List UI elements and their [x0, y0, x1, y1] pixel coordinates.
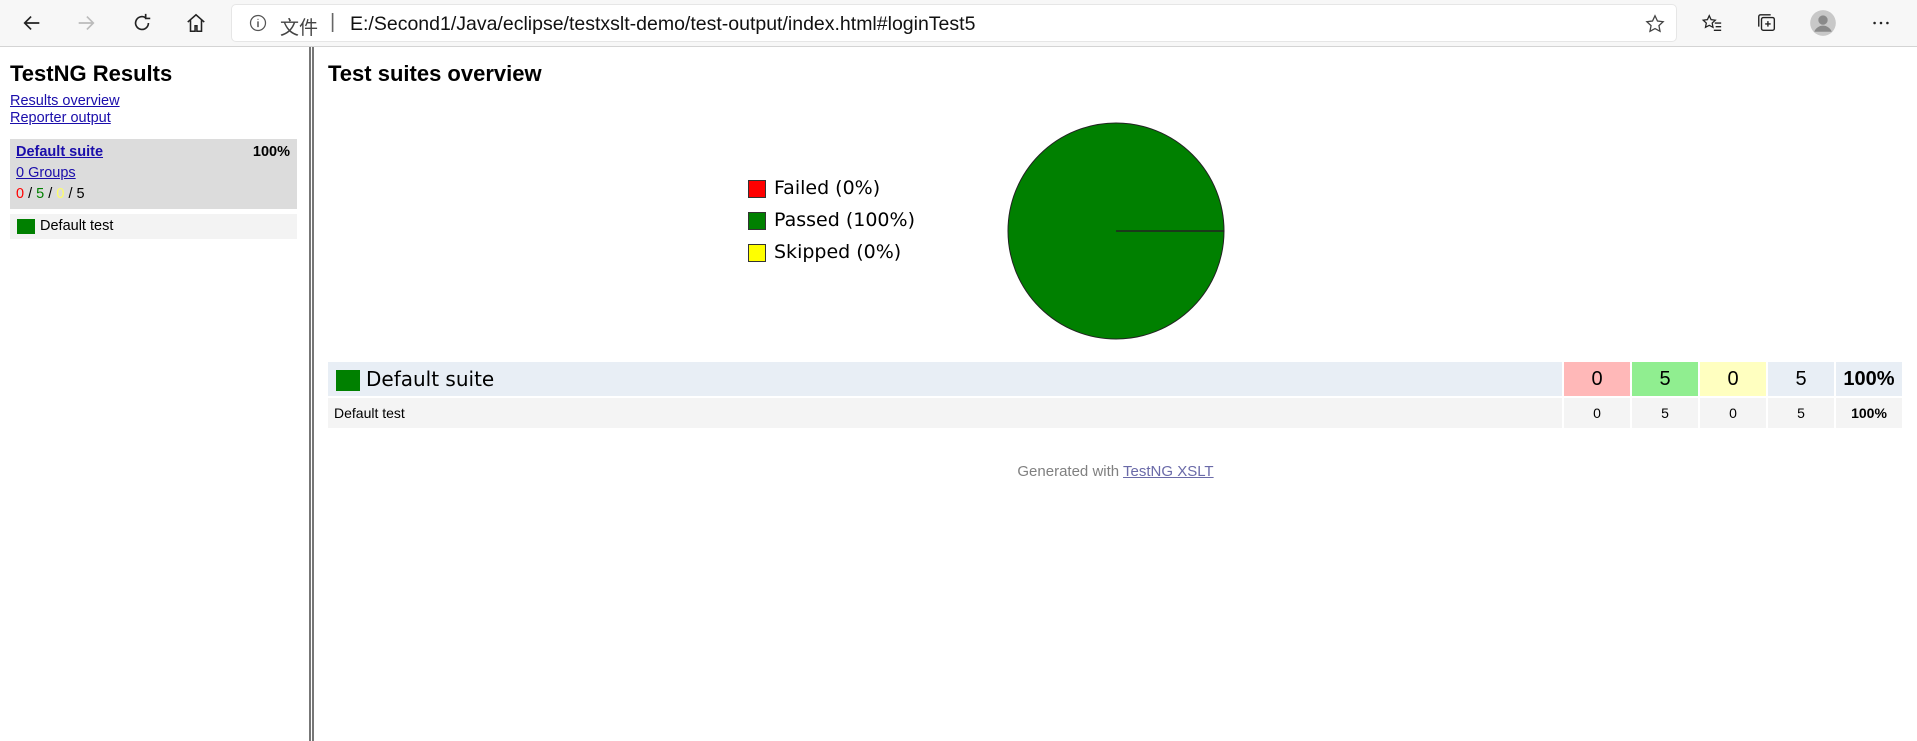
results-navigator: TestNG Results Results overview Reporter… [0, 47, 314, 741]
refresh-icon [134, 13, 151, 31]
suite-summary-row[interactable]: Default suite 0 5 0 5 100% [328, 362, 1904, 396]
profile-icon [1810, 10, 1836, 36]
test-percent-cell: 100% [1836, 396, 1904, 428]
suite-name-cell: Default suite [328, 362, 1564, 396]
info-icon[interactable] [248, 13, 268, 33]
suite-skipped-cell: 0 [1700, 362, 1768, 396]
test-failed-cell: 0 [1564, 396, 1632, 428]
home-icon [187, 13, 205, 33]
total-count: 5 [76, 186, 85, 202]
back-icon [23, 15, 40, 31]
home-button[interactable] [178, 6, 214, 40]
reporter-output-link[interactable]: Reporter output [10, 110, 111, 126]
results-overview-link[interactable]: Results overview [10, 93, 120, 109]
url-text[interactable]: E:/Second1/Java/eclipse/testxslt-demo/te… [350, 13, 975, 36]
forward-icon [78, 15, 95, 31]
legend-swatch-skipped [748, 244, 766, 262]
footer-prefix: Generated with [1017, 463, 1124, 480]
back-button[interactable] [14, 6, 50, 40]
collections-icon [1758, 14, 1776, 32]
more-icon [1873, 21, 1889, 25]
test-list-item[interactable]: Default test [10, 214, 297, 239]
suite-failed-cell: 0 [1564, 362, 1632, 396]
footer: Generated with TestNG XSLT [314, 463, 1917, 480]
nav-title: TestNG Results [10, 61, 173, 86]
favorites-icon [1701, 14, 1722, 32]
count-separator: / [64, 186, 77, 202]
scheme-label: 文件 [280, 17, 319, 39]
suite-name-link[interactable]: Default suite [16, 144, 103, 160]
forward-button[interactable] [68, 6, 104, 40]
count-separator: / [44, 186, 57, 202]
count-separator: / [24, 186, 37, 202]
legend-label-passed: Passed (100%) [774, 209, 915, 231]
test-name: Default test [40, 218, 114, 234]
suite-name: Default suite [366, 367, 495, 391]
suite-passed-cell: 5 [1632, 362, 1700, 396]
more-button[interactable] [1863, 6, 1899, 40]
suite-percent: 100% [252, 144, 290, 160]
legend-label-failed: Failed (0%) [774, 177, 881, 199]
test-passed-cell: 5 [1632, 396, 1700, 428]
favorites-button[interactable] [1694, 6, 1730, 40]
test-status-swatch [17, 219, 35, 234]
suite-total-cell: 5 [1768, 362, 1836, 396]
suite-percent-cell: 100% [1836, 362, 1904, 396]
groups-link[interactable]: 0 Groups [16, 165, 76, 181]
test-total-cell: 5 [1768, 396, 1836, 428]
results-pie-chart [1007, 122, 1225, 340]
test-skipped-cell: 0 [1700, 396, 1768, 428]
testng-xslt-link[interactable]: TestNG XSLT [1123, 463, 1214, 480]
address-separator: | [330, 11, 336, 33]
address-bar[interactable]: 文件 | E:/Second1/Java/eclipse/testxslt-de… [232, 5, 1676, 41]
refresh-button[interactable] [124, 6, 160, 40]
legend-swatch-failed [748, 180, 766, 198]
main-content: Test suites overview Failed (0%) Passed … [314, 47, 1917, 741]
test-name-cell: Default test [328, 396, 1564, 428]
test-summary-row[interactable]: Default test 0 5 0 5 100% [328, 396, 1904, 428]
legend-label-skipped: Skipped (0%) [774, 241, 902, 263]
page-title: Test suites overview [328, 61, 542, 86]
suite-counts: 0 / 5 / 0 / 5 [16, 186, 85, 202]
summary-table: Default suite 0 5 0 5 100% Default test … [328, 362, 1904, 428]
browser-toolbar: 文件 | E:/Second1/Java/eclipse/testxslt-de… [0, 0, 1917, 47]
legend-swatch-passed [748, 212, 766, 230]
suite-status-swatch [336, 370, 360, 391]
star-icon[interactable] [1644, 13, 1666, 35]
profile-button[interactable] [1805, 6, 1841, 40]
suite-summary: Default suite 100% 0 Groups 0 / 5 / 0 / … [10, 139, 297, 209]
collections-button[interactable] [1749, 6, 1785, 40]
failed-count: 0 [16, 186, 25, 202]
